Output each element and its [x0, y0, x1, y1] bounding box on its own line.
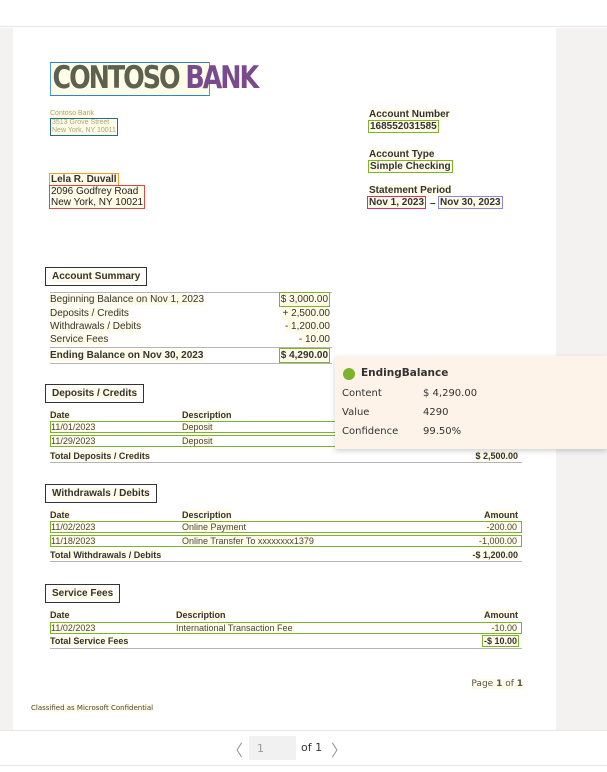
- fee-description: International Transaction Fee: [176, 623, 293, 633]
- field-color-dot: [343, 368, 355, 380]
- withdrawals-date-header: Date: [50, 510, 70, 520]
- withdrawals-total-label: Total Withdrawals / Debits: [50, 550, 162, 560]
- bank-city: New York, NY 10011: [52, 127, 116, 135]
- fees-amount-header: Amount: [484, 610, 518, 620]
- withdrawal-amount: -200.00: [486, 522, 517, 532]
- bank-street: 3513 Grove Street: [52, 119, 116, 127]
- deposit-date: 11/29/2023: [51, 436, 96, 446]
- withdrawal-date: 11/02/2023: [51, 522, 96, 532]
- divider: [50, 561, 522, 562]
- fees-total-value[interactable]: -$ 10.00: [481, 635, 519, 647]
- period-start[interactable]: Nov 1, 2023: [367, 196, 427, 209]
- field-tooltip: EndingBalance Content $ 4,290.00 Value 4…: [335, 356, 607, 449]
- fees-date-header: Date: [50, 610, 70, 620]
- customer-address-box[interactable]: 2096 Godfrey Road New York, NY 10021: [49, 185, 146, 209]
- withdrawal-date: 11/18/2023: [51, 536, 96, 546]
- account-number-label: Account Number: [369, 109, 450, 120]
- account-type-value[interactable]: Simple Checking: [368, 160, 453, 173]
- deposit-date: 11/01/2023: [51, 422, 96, 432]
- deposits-total-label: Total Deposits / Credits: [50, 451, 150, 461]
- account-number-value[interactable]: 168552031585: [368, 120, 439, 133]
- withdrawals-total-value: -$ 1,200.00: [472, 550, 518, 560]
- fee-date: 11/02/2023: [51, 623, 96, 633]
- account-summary-title: Account Summary: [45, 267, 148, 286]
- tooltip-value: 4290: [423, 407, 449, 418]
- withdrawals-amount-header: Amount: [484, 510, 518, 520]
- tooltip-key: Content: [342, 388, 382, 399]
- divider: [50, 462, 522, 463]
- bank-address-box[interactable]: 3513 Grove Street New York, NY 10011: [50, 118, 118, 136]
- bank-name: Contoso Bank: [50, 110, 94, 118]
- period-end[interactable]: Nov 30, 2023: [438, 196, 503, 209]
- deposits-description-header: Description: [182, 410, 232, 420]
- deposits-title: Deposits / Credits: [45, 384, 145, 403]
- deposits-total-value: $ 2,500.00: [475, 451, 518, 461]
- tooltip-key: Value: [342, 407, 370, 418]
- withdrawal-description: Online Transfer To xxxxxxxx1379: [182, 536, 314, 546]
- withdrawal-amount: -1,000.00: [478, 536, 517, 546]
- statement-period-label: Statement Period: [369, 185, 452, 196]
- fees-total-label: Total Service Fees: [50, 636, 129, 646]
- deposit-description: Deposit: [182, 436, 213, 446]
- account-type-label: Account Type: [369, 149, 435, 160]
- top-bar: [0, 0, 607, 27]
- customer-city: New York, NY 10021: [51, 197, 144, 208]
- tooltip-key: Confidence: [342, 426, 399, 437]
- deposits-date-header: Date: [50, 410, 70, 420]
- page-navigation: 〈 of 1 〉: [0, 730, 607, 766]
- bank-logo[interactable]: CONTOSO BANK: [50, 60, 259, 96]
- ending-balance-value[interactable]: $ 4,290.00: [278, 348, 330, 363]
- withdrawals-description-header: Description: [182, 510, 232, 520]
- chevron-right-icon[interactable]: 〉: [331, 737, 347, 761]
- summary-row: Withdrawals / Debits - 1,200.00: [50, 320, 330, 333]
- page-number-footer: Page 1 of 1: [471, 679, 523, 689]
- ending-balance-row: Ending Balance on Nov 30, 2023 $ 4,290.0…: [50, 348, 330, 363]
- divider: [50, 363, 332, 364]
- period-separator: –: [430, 198, 436, 209]
- tooltip-field-name: EndingBalance: [361, 367, 449, 379]
- withdrawals-title: Withdrawals / Debits: [45, 484, 157, 503]
- page-count-label: of 1: [301, 741, 323, 754]
- summary-row: Deposits / Credits + 2,500.00: [50, 307, 330, 320]
- chevron-left-icon[interactable]: 〈: [227, 737, 243, 761]
- summary-row: Service Fees - 10.00: [50, 333, 330, 346]
- deposit-description: Deposit: [182, 422, 213, 432]
- logo-bank: BANK: [185, 60, 259, 96]
- withdrawal-description: Online Payment: [182, 522, 247, 532]
- withdrawal-row-box[interactable]: [50, 521, 522, 533]
- classification-label: Classified as Microsoft Confidential: [31, 704, 154, 712]
- tooltip-value: 99.50%: [423, 426, 462, 437]
- logo-contoso: CONTOSO: [52, 60, 180, 96]
- tooltip-value: $ 4,290.00: [423, 388, 478, 399]
- customer-street: 2096 Godfrey Road: [51, 186, 144, 197]
- divider: [50, 648, 522, 649]
- beginning-balance-value[interactable]: $ 3,000.00: [278, 292, 330, 307]
- fee-amount: -10.00: [491, 623, 517, 633]
- page-number-input[interactable]: [249, 736, 296, 760]
- fees-description-header: Description: [176, 610, 226, 620]
- service-fees-title: Service Fees: [45, 584, 121, 603]
- summary-row: Beginning Balance on Nov 1, 2023 $ 3,000…: [50, 292, 330, 307]
